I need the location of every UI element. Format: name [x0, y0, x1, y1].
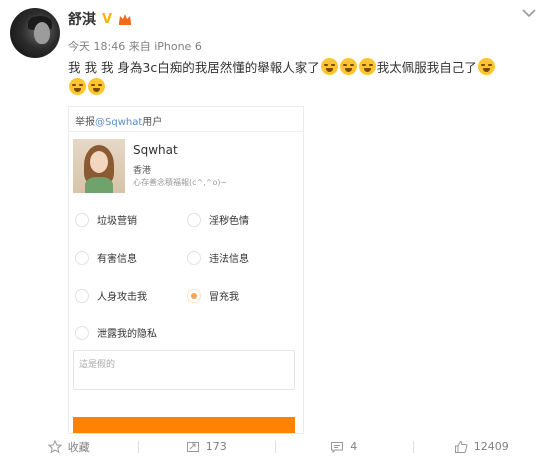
favorite-label: 收藏 — [67, 440, 90, 454]
comment-button[interactable]: 4 — [275, 436, 413, 457]
comment-icon — [331, 441, 344, 453]
crying-emoji-icon — [88, 78, 105, 95]
report-dialog-image[interactable]: 举报@Sqwhat用户 Sqwhat 香港 心存善念積福報(c^,^o)~ 垃圾… — [68, 106, 304, 434]
like-button[interactable]: 12409 — [412, 436, 550, 457]
report-option: 违法信息 — [187, 250, 249, 265]
crying-emoji-icon — [69, 78, 86, 95]
option-label: 违法信息 — [209, 254, 249, 265]
reported-user-signature: 心存善念積福報(c^,^o)~ — [133, 178, 228, 187]
author-name[interactable]: 舒淇 — [68, 9, 96, 29]
reported-user-link: @Sqwhat — [95, 117, 143, 128]
radio-button — [187, 212, 201, 227]
option-label: 冒充我 — [209, 292, 239, 303]
member-crown-icon[interactable] — [118, 12, 132, 26]
report-option: 淫秽色情 — [187, 212, 249, 227]
option-label: 垃圾营销 — [97, 216, 137, 227]
avatar-face — [34, 22, 50, 44]
repost-count: 173 — [205, 440, 227, 453]
reported-user-name: Sqwhat — [133, 143, 178, 157]
star-icon — [47, 439, 62, 453]
report-option: 垃圾营销 — [75, 212, 137, 227]
report-option: 有害信息 — [75, 250, 137, 265]
chevron-down-icon[interactable] — [520, 6, 538, 20]
reported-user-location: 香港 — [133, 166, 152, 176]
author-avatar[interactable] — [10, 8, 60, 58]
radio-button — [75, 250, 89, 265]
crying-emoji-icon — [339, 58, 357, 75]
option-label: 人身攻击我 — [97, 292, 147, 303]
option-label: 泄露我的隐私 — [97, 329, 157, 340]
post-meta: 今天 18:46 来自 iPhone 6 — [68, 40, 202, 53]
reported-user-block: Sqwhat 香港 心存善念積福報(c^,^o)~ — [73, 139, 299, 195]
comment-count: 4 — [350, 440, 358, 453]
post-action-bar: 收藏 173 4 12409 — [0, 436, 550, 457]
report-title-suffix: 用户 — [142, 117, 163, 128]
crying-emoji-icon — [358, 58, 376, 75]
crying-emoji-icon — [477, 58, 495, 75]
verified-badge-icon[interactable]: V — [102, 12, 112, 27]
post-text-tail: 我太佩服我自己了 — [376, 60, 477, 75]
post-text: 我 我 我 身為3c白痴的我居然懂的舉報人家了 我太佩服我自己了 — [68, 58, 536, 98]
repost-button[interactable]: 173 — [137, 436, 276, 457]
thumbs-up-icon — [454, 440, 468, 453]
report-title: 举报@Sqwhat用户 — [75, 113, 162, 128]
reported-user-avatar — [73, 139, 125, 193]
option-label: 淫秽色情 — [209, 216, 249, 227]
report-option-selected: 冒充我 — [187, 288, 239, 303]
radio-button — [187, 250, 201, 265]
report-title-prefix: 举报 — [75, 117, 95, 128]
submit-button — [73, 417, 295, 433]
radio-button-checked — [187, 288, 201, 303]
repost-icon — [186, 441, 199, 452]
option-label: 有害信息 — [97, 254, 137, 265]
post-text-line1: 我 我 我 身為3c白痴的我居然懂的舉報人家了 — [68, 60, 320, 75]
radio-button — [75, 212, 89, 227]
post-header: 舒淇 V — [68, 8, 132, 30]
like-count: 12409 — [473, 440, 509, 453]
favorite-button[interactable]: 收藏 — [0, 436, 138, 457]
report-reason-textarea: 這是假的 — [73, 350, 295, 390]
crying-emoji-icon — [320, 58, 338, 75]
radio-button — [75, 288, 89, 303]
divider — [69, 131, 303, 132]
report-option: 泄露我的隐私 — [75, 325, 157, 340]
radio-button — [75, 325, 89, 340]
report-option: 人身攻击我 — [75, 288, 147, 303]
